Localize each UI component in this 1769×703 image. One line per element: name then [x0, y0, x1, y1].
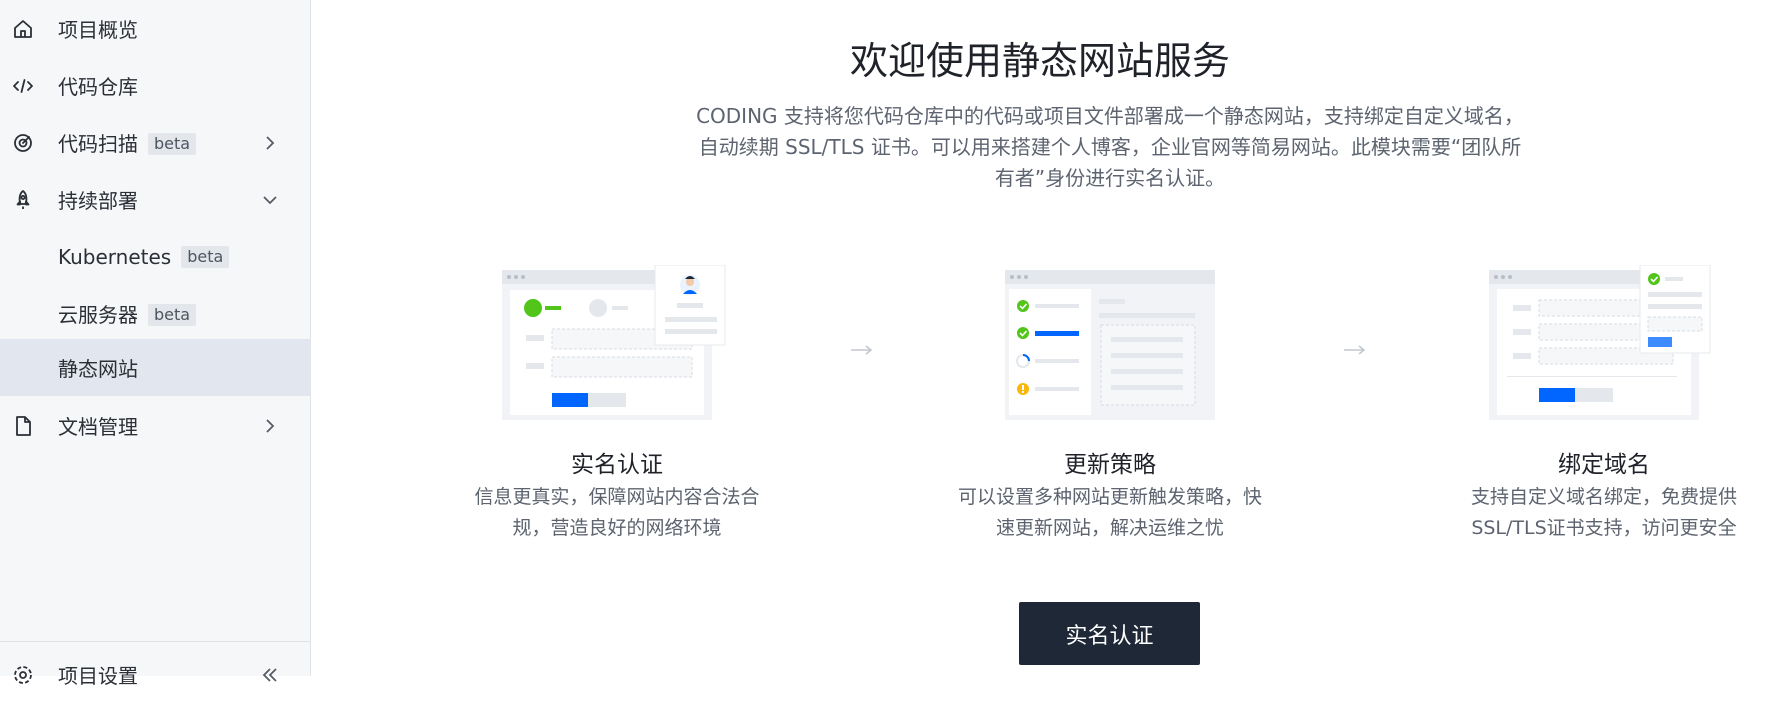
sidebar-item-overview[interactable]: 项目概览	[0, 0, 311, 57]
feature-description: 信息更真实，保障网站内容合法合规，营造良好的网络环境	[474, 486, 760, 539]
feature-title: 绑定域名	[1558, 452, 1650, 478]
update-strategy-illustration	[995, 265, 1225, 425]
document-icon	[11, 414, 35, 438]
feature-title: 实名认证	[571, 452, 663, 478]
collapse-sidebar-icon[interactable]	[262, 667, 278, 683]
settings-icon	[11, 663, 35, 687]
chevron-right-icon[interactable]	[262, 418, 278, 434]
chevron-right-icon[interactable]	[262, 135, 278, 151]
feature-description: 支持自定义域名绑定，免费提供 SSL/TLS证书支持，访问更安全	[1470, 486, 1737, 539]
sidebar-item-label: 项目概览	[58, 18, 138, 42]
chevron-down-icon[interactable]	[262, 192, 278, 208]
home-icon	[11, 17, 35, 41]
sidebar-item-label: 代码仓库	[58, 75, 138, 99]
feature-bind-domain: 绑定域名 支持自定义域名绑定，免费提供 SSL/TLS证书支持，访问更安全	[1444, 264, 1764, 539]
feature-update-strategy: 更新策略 可以设置多种网站更新触发策略，快速更新网站，解决运维之忧	[950, 265, 1270, 539]
beta-badge: beta	[148, 304, 197, 326]
sidebar-item-label: 云服务器	[58, 303, 138, 327]
arrow-right-icon	[851, 345, 873, 355]
sidebar-item-kubernetes[interactable]: Kubernetes beta	[0, 228, 311, 285]
sidebar-item-label: 项目设置	[58, 664, 138, 688]
sidebar-item-static-site[interactable]: 静态网站	[0, 339, 311, 396]
sidebar-item-cloud-server[interactable]: 云服务器 beta	[0, 285, 311, 342]
scan-icon	[11, 131, 35, 155]
rocket-icon	[11, 188, 35, 212]
real-name-illustration	[502, 264, 732, 425]
bind-domain-illustration	[1489, 264, 1719, 425]
sidebar: 项目概览 代码仓库 代码扫描 beta 持续部署 Kubernetes beta…	[0, 0, 311, 688]
sidebar-item-docs[interactable]: 文档管理	[0, 397, 311, 454]
sidebar-item-label: 静态网站	[58, 357, 138, 381]
sidebar-item-label: 代码扫描	[58, 132, 138, 156]
sidebar-divider	[0, 641, 311, 642]
intro-text: CODING 支持将您代码仓库中的代码或项目文件部署成一个静态网站，支持绑定自定…	[696, 104, 1524, 190]
beta-badge: beta	[148, 133, 197, 155]
code-icon	[11, 74, 35, 98]
sidebar-item-code-repo[interactable]: 代码仓库	[0, 57, 311, 114]
arrow-right-icon	[1344, 345, 1366, 355]
page-title: 欢迎使用静态网站服务	[849, 39, 1230, 83]
sidebar-item-label: 持续部署	[58, 189, 138, 213]
real-name-verify-button[interactable]: 实名认证	[1019, 602, 1200, 665]
sidebar-item-label: Kubernetes	[58, 244, 172, 269]
sidebar-item-label: 文档管理	[58, 415, 138, 439]
sidebar-item-code-scan[interactable]: 代码扫描 beta	[0, 114, 311, 171]
sidebar-item-continuous-deploy[interactable]: 持续部署	[0, 171, 311, 228]
feature-title: 更新策略	[1064, 452, 1156, 478]
feature-real-name: 实名认证 信息更真实，保障网站内容合法合规，营造良好的网络环境	[457, 264, 777, 539]
sidebar-item-settings[interactable]: 项目设置	[0, 646, 311, 703]
feature-description: 可以设置多种网站更新触发策略，快速更新网站，解决运维之忧	[957, 486, 1262, 539]
beta-badge: beta	[181, 245, 230, 268]
